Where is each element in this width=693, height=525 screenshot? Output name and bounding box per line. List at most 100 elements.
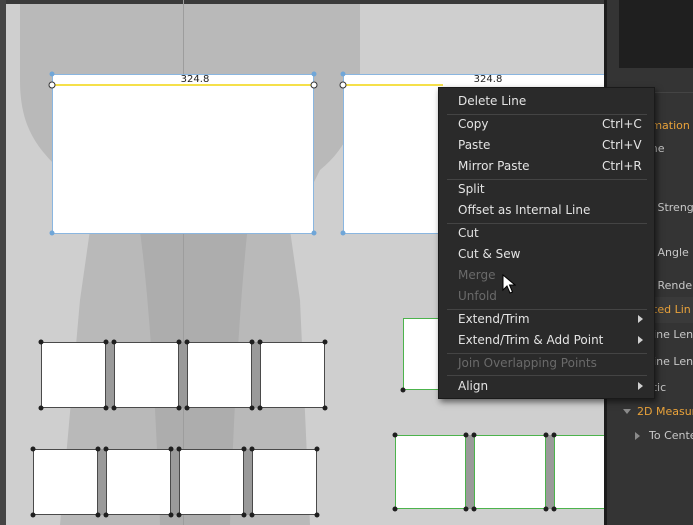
pattern-point[interactable]: [103, 405, 109, 411]
pattern-point[interactable]: [49, 230, 55, 236]
pattern-point[interactable]: [30, 512, 36, 518]
pattern-point[interactable]: [38, 339, 44, 345]
pattern-point[interactable]: [168, 446, 174, 452]
pattern-piece[interactable]: [114, 342, 179, 408]
pattern-point[interactable]: [257, 405, 263, 411]
pattern-point[interactable]: [257, 339, 263, 345]
pattern-point[interactable]: [311, 71, 317, 77]
menu-item-split[interactable]: Split: [439, 179, 656, 200]
canvas-top-edge: [0, 0, 604, 4]
pattern-piece-green[interactable]: [554, 435, 604, 509]
pattern-point[interactable]: [176, 339, 182, 345]
sewing-seam-area: [546, 435, 554, 509]
pattern-point[interactable]: [176, 512, 182, 518]
pattern-point[interactable]: [314, 512, 320, 518]
pattern-point[interactable]: [184, 405, 190, 411]
pattern-point[interactable]: [103, 446, 109, 452]
pattern-piece[interactable]: [41, 342, 106, 408]
menu-item-copy[interactable]: Copy Ctrl+C: [439, 114, 656, 135]
pattern-point[interactable]: [184, 339, 190, 345]
pattern-point[interactable]: [392, 432, 398, 438]
pattern-point[interactable]: [249, 446, 255, 452]
pattern-point[interactable]: [176, 405, 182, 411]
pattern-point[interactable]: [314, 446, 320, 452]
selected-line[interactable]: [343, 84, 443, 86]
object-browser-area: [619, 0, 693, 68]
pattern-point[interactable]: [249, 512, 255, 518]
pattern-point[interactable]: [111, 405, 117, 411]
line-length-label: 324.8: [473, 74, 503, 85]
menu-item-cut-and-sew[interactable]: Cut & Sew: [439, 244, 656, 265]
pattern-piece[interactable]: [260, 342, 325, 408]
pattern-point[interactable]: [463, 506, 469, 512]
sewing-seam-area: [171, 449, 179, 515]
menu-item-mirror-paste[interactable]: Mirror Paste Ctrl+R: [439, 156, 656, 177]
sewing-seam-area: [252, 342, 260, 408]
property-row-to-center[interactable]: To Cente: [607, 423, 693, 449]
pattern-piece[interactable]: [33, 449, 98, 515]
pattern-point[interactable]: [339, 81, 347, 89]
pattern-point[interactable]: [543, 506, 549, 512]
property-section-2d-measure[interactable]: 2D Measure: [607, 399, 693, 425]
sewing-seam-area: [179, 342, 187, 408]
pattern-point[interactable]: [551, 506, 557, 512]
pattern-point[interactable]: [249, 405, 255, 411]
pattern-point[interactable]: [48, 81, 56, 89]
menu-item-offset-internal-line[interactable]: Offset as Internal Line: [439, 200, 656, 221]
menu-item-extend-trim[interactable]: Extend/Trim: [439, 309, 656, 330]
submenu-arrow-icon: [638, 336, 643, 344]
menu-item-align[interactable]: Align: [439, 376, 656, 397]
pattern-point[interactable]: [322, 405, 328, 411]
menu-item-extend-trim-add-point[interactable]: Extend/Trim & Add Point: [439, 330, 656, 351]
pattern-piece-green[interactable]: [474, 435, 546, 509]
menu-item-cut[interactable]: Cut: [439, 223, 656, 244]
pattern-point[interactable]: [95, 512, 101, 518]
pattern-piece[interactable]: [106, 449, 171, 515]
pattern-piece-top-left[interactable]: [52, 74, 314, 234]
pattern-point[interactable]: [463, 432, 469, 438]
pattern-point[interactable]: [340, 71, 346, 77]
pattern-point[interactable]: [249, 339, 255, 345]
menu-item-delete-line[interactable]: Delete Line: [439, 91, 656, 112]
pattern-point[interactable]: [103, 512, 109, 518]
line-context-menu: Delete Line Copy Ctrl+C Paste Ctrl+V Mirro…: [438, 87, 655, 399]
mouse-cursor-icon: [502, 274, 516, 294]
pattern-point[interactable]: [310, 81, 318, 89]
menu-item-unfold: Unfold: [458, 289, 497, 303]
pattern-point[interactable]: [322, 339, 328, 345]
pattern-point[interactable]: [551, 432, 557, 438]
pattern-point[interactable]: [400, 387, 406, 393]
pattern-piece-green[interactable]: [403, 318, 443, 390]
pattern-point[interactable]: [471, 506, 477, 512]
pattern-piece[interactable]: [179, 449, 244, 515]
pattern-point[interactable]: [340, 230, 346, 236]
pattern-point[interactable]: [38, 405, 44, 411]
menu-item-merge: Merge: [458, 268, 496, 282]
expand-triangle-icon[interactable]: [635, 432, 640, 440]
pattern-point[interactable]: [95, 446, 101, 452]
pattern-point[interactable]: [111, 339, 117, 345]
pattern-point[interactable]: [49, 71, 55, 77]
pattern-point[interactable]: [311, 230, 317, 236]
pattern-point[interactable]: [103, 339, 109, 345]
submenu-arrow-icon: [638, 315, 643, 323]
pattern-point[interactable]: [168, 512, 174, 518]
collapse-triangle-icon[interactable]: [623, 409, 631, 414]
menu-item-paste[interactable]: Paste Ctrl+V: [439, 135, 656, 156]
pattern-point[interactable]: [471, 432, 477, 438]
pattern-piece-green[interactable]: [395, 435, 466, 509]
pattern-point[interactable]: [30, 446, 36, 452]
pattern-point[interactable]: [176, 446, 182, 452]
pattern-piece[interactable]: [252, 449, 317, 515]
line-length-label: 324.8: [180, 74, 210, 85]
pattern-point[interactable]: [241, 512, 247, 518]
submenu-arrow-icon: [638, 382, 643, 390]
pattern-point[interactable]: [543, 432, 549, 438]
pattern-point[interactable]: [392, 506, 398, 512]
pattern-point[interactable]: [241, 446, 247, 452]
menu-item-join-overlapping-points: Join Overlapping Points: [458, 356, 597, 370]
sewing-seam-area: [98, 449, 106, 515]
pattern-piece[interactable]: [187, 342, 252, 408]
sewing-seam-area: [244, 449, 252, 515]
canvas-left-edge: [0, 0, 6, 525]
